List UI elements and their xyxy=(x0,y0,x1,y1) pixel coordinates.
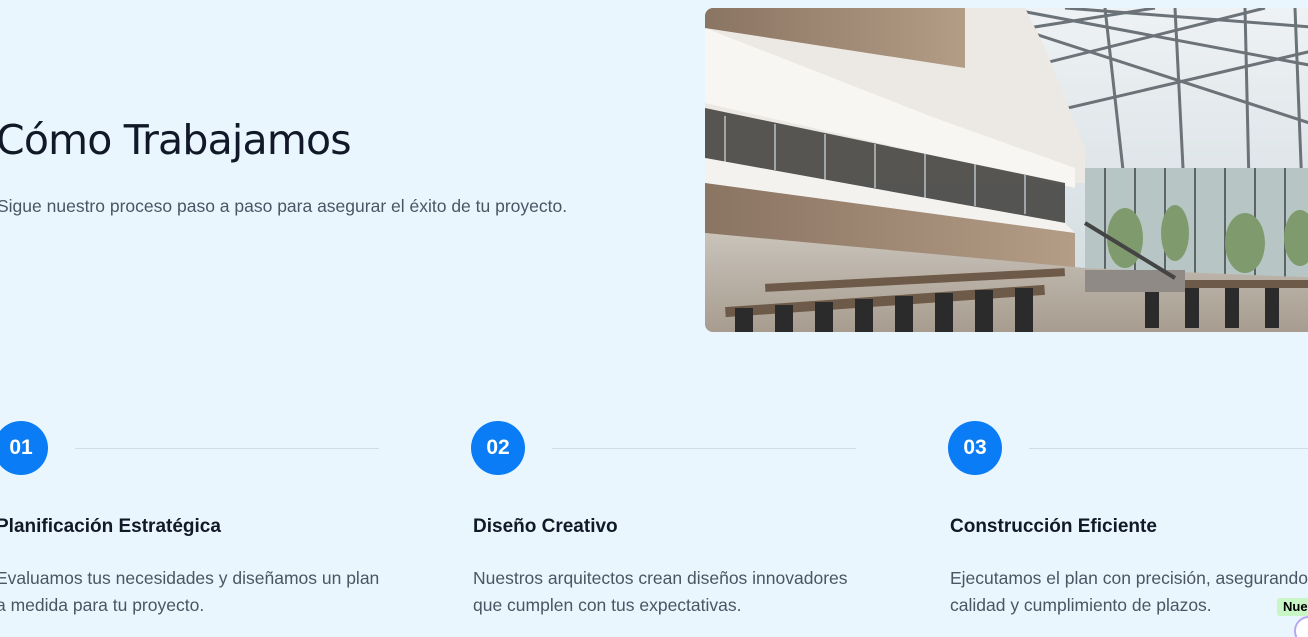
step-description: Evaluamos tus necesidades y diseñamos un… xyxy=(0,568,380,615)
step-number-badge: 02 xyxy=(471,421,525,475)
step-divider xyxy=(75,448,379,449)
process-step-3: 03 Construcción Eficiente Ejecutamos el … xyxy=(948,421,1308,637)
how-we-work-section: Cómo Trabajamos Sigue nuestro proceso pa… xyxy=(0,0,1308,637)
step-divider xyxy=(1029,448,1308,449)
step-number-badge: 03 xyxy=(948,421,1002,475)
hero-image xyxy=(705,8,1308,332)
step-divider xyxy=(552,448,856,449)
step-title: Diseño Creativo xyxy=(473,516,618,537)
step-title: Planificación Estratégica xyxy=(0,516,221,537)
section-title: Cómo Trabajamos xyxy=(0,116,352,164)
step-number-badge: 01 xyxy=(0,421,48,475)
step-description: Nuestros arquitectos crean diseños innov… xyxy=(473,568,848,615)
step-description: Ejecutamos el plan con precisión, asegur… xyxy=(950,568,1308,615)
step-title: Construcción Eficiente xyxy=(950,516,1157,537)
process-step-2: 02 Diseño Creativo Nuestros arquitectos … xyxy=(471,421,891,637)
process-step-1: 01 Planificación Estratégica Evaluamos t… xyxy=(0,421,414,637)
new-badge[interactable]: Nue xyxy=(1277,598,1308,616)
section-subtitle: Sigue nuestro proceso paso a paso para a… xyxy=(0,196,568,216)
